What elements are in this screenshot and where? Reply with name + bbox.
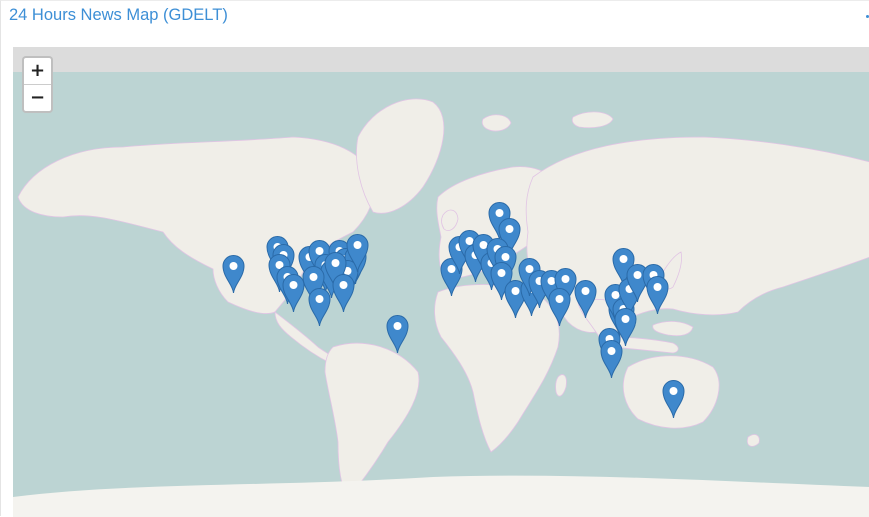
panel-title-link[interactable]: 24 Hours News Map (GDELT)	[9, 6, 228, 25]
map-pin-icon[interactable]	[547, 286, 572, 327]
map-pin-icon[interactable]	[221, 253, 246, 294]
map-pin-icon[interactable]	[573, 278, 598, 319]
news-map-panel: 24 Hours News Map (GDELT) + −	[0, 0, 869, 517]
zoom-control: + −	[22, 56, 53, 113]
map-pin-icon[interactable]	[599, 338, 624, 379]
zoom-in-button[interactable]: +	[24, 58, 51, 84]
world-map[interactable]: + −	[13, 47, 869, 517]
map-pin-icon[interactable]	[645, 274, 670, 315]
map-pin-icon[interactable]	[661, 378, 686, 419]
map-pin-icon[interactable]	[331, 272, 356, 313]
map-pin-icon[interactable]	[307, 286, 332, 327]
map-pin-icon[interactable]	[385, 313, 410, 354]
zoom-out-button[interactable]: −	[24, 84, 51, 111]
map-pin-icon[interactable]	[345, 232, 370, 273]
